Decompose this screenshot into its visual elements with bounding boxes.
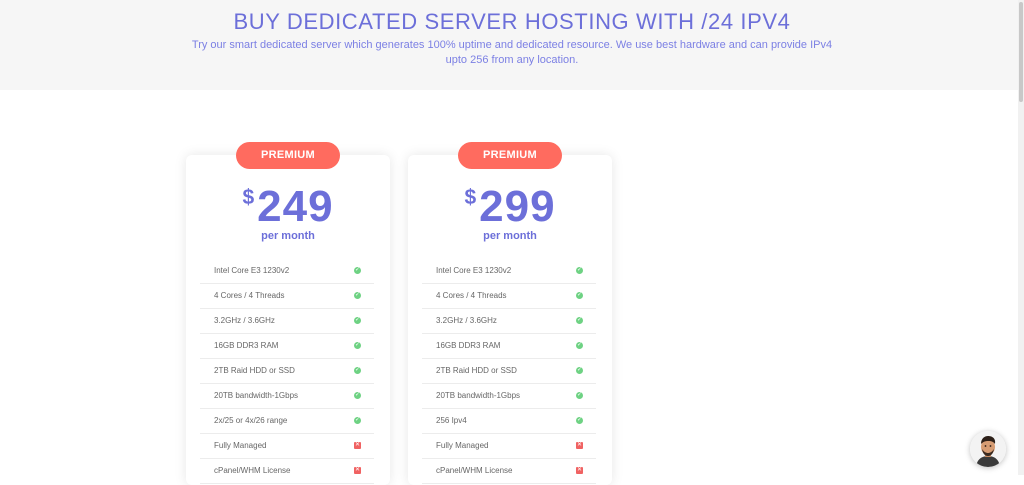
- chat-support-avatar[interactable]: [970, 431, 1006, 467]
- check-icon: ✓: [354, 317, 361, 324]
- hero-section: BUY DEDICATED SERVER HOSTING WITH /24 IP…: [0, 0, 1024, 90]
- page-subtitle: Try our smart dedicated server which gen…: [191, 39, 833, 66]
- check-icon: ✓: [354, 367, 361, 374]
- feature-item: Intel Core E3 1230v2 ✓: [422, 259, 596, 284]
- feature-label: 2TB Raid HDD or SSD: [214, 366, 295, 375]
- currency-symbol: $: [464, 186, 477, 209]
- feature-item: 20TB bandwidth-1Gbps ✓: [200, 384, 374, 409]
- feature-item: 2x/25 or 4x/26 range ✓: [200, 409, 374, 434]
- feature-item: Fully Managed ✕: [200, 434, 374, 459]
- feature-item: 2TB Raid HDD or SSD ✓: [200, 359, 374, 384]
- cross-icon: ✕: [576, 467, 583, 474]
- feature-label: 16GB DDR3 RAM: [436, 341, 501, 350]
- feature-label: 2TB Raid HDD or SSD: [436, 366, 517, 375]
- check-icon: ✓: [354, 392, 361, 399]
- feature-list: Intel Core E3 1230v2 ✓ 4 Cores / 4 Thread…: [200, 259, 374, 484]
- feature-item: 16GB DDR3 RAM ✓: [200, 334, 374, 359]
- feature-item: 4 Cores / 4 Threads ✓: [200, 284, 374, 309]
- check-icon: ✓: [576, 392, 583, 399]
- scrollbar-thumb[interactable]: [1019, 2, 1023, 102]
- feature-item: 2TB Raid HDD or SSD ✓: [422, 359, 596, 384]
- feature-label: 4 Cores / 4 Threads: [436, 291, 507, 300]
- check-icon: ✓: [576, 292, 583, 299]
- check-icon: ✓: [354, 292, 361, 299]
- billing-period: per month: [483, 230, 537, 242]
- feature-label: 20TB bandwidth-1Gbps: [436, 391, 521, 400]
- plan-price: $299: [408, 183, 612, 231]
- check-icon: ✓: [576, 367, 583, 374]
- feature-label: 3.2GHz / 3.6GHz: [436, 316, 497, 325]
- feature-label: Intel Core E3 1230v2: [214, 266, 290, 275]
- check-icon: ✓: [576, 317, 583, 324]
- cross-icon: ✕: [354, 467, 361, 474]
- cross-icon: ✕: [354, 442, 361, 449]
- price-amount: 299: [479, 182, 556, 231]
- plan-badge: PREMIUM: [236, 142, 340, 169]
- plan-price: $249: [186, 183, 390, 231]
- feature-label: cPanel/WHM License: [214, 466, 291, 475]
- check-icon: ✓: [354, 417, 361, 424]
- check-icon: ✓: [576, 417, 583, 424]
- feature-item: 3.2GHz / 3.6GHz ✓: [422, 309, 596, 334]
- check-icon: ✓: [576, 342, 583, 349]
- feature-label: Fully Managed: [214, 441, 267, 450]
- feature-item: cPanel/WHM License ✕: [200, 459, 374, 484]
- check-icon: ✓: [354, 342, 361, 349]
- price-amount: 249: [257, 182, 334, 231]
- check-icon: ✓: [354, 267, 361, 274]
- pricing-card-249: PREMIUM $249 per month Intel Core E3 123…: [186, 142, 390, 485]
- cross-icon: ✕: [576, 442, 583, 449]
- feature-label: 4 Cores / 4 Threads: [214, 291, 285, 300]
- feature-item: 256 Ipv4 ✓: [422, 409, 596, 434]
- pricing-card-299: PREMIUM $299 per month Intel Core E3 123…: [408, 142, 612, 485]
- billing-period: per month: [261, 230, 315, 242]
- feature-item: 16GB DDR3 RAM ✓: [422, 334, 596, 359]
- feature-list: Intel Core E3 1230v2 ✓ 4 Cores / 4 Thread…: [422, 259, 596, 484]
- feature-item: cPanel/WHM License ✕: [422, 459, 596, 484]
- feature-label: 256 Ipv4: [436, 416, 467, 425]
- feature-item: Intel Core E3 1230v2 ✓: [200, 259, 374, 284]
- person-avatar-icon: [970, 431, 1006, 467]
- currency-symbol: $: [242, 186, 255, 209]
- page-title: BUY DEDICATED SERVER HOSTING WITH /24 IP…: [233, 9, 791, 34]
- feature-label: 16GB DDR3 RAM: [214, 341, 279, 350]
- feature-label: Fully Managed: [436, 441, 489, 450]
- feature-label: cPanel/WHM License: [436, 466, 513, 475]
- feature-item: Fully Managed ✕: [422, 434, 596, 459]
- plan-badge: PREMIUM: [458, 142, 562, 169]
- feature-label: 20TB bandwidth-1Gbps: [214, 391, 299, 400]
- feature-label: 3.2GHz / 3.6GHz: [214, 316, 275, 325]
- feature-item: 4 Cores / 4 Threads ✓: [422, 284, 596, 309]
- page-scrollbar[interactable]: [1018, 0, 1024, 475]
- feature-label: 2x/25 or 4x/26 range: [214, 416, 288, 425]
- feature-item: 3.2GHz / 3.6GHz ✓: [200, 309, 374, 334]
- check-icon: ✓: [576, 267, 583, 274]
- feature-item: 20TB bandwidth-1Gbps ✓: [422, 384, 596, 409]
- feature-label: Intel Core E3 1230v2: [436, 266, 512, 275]
